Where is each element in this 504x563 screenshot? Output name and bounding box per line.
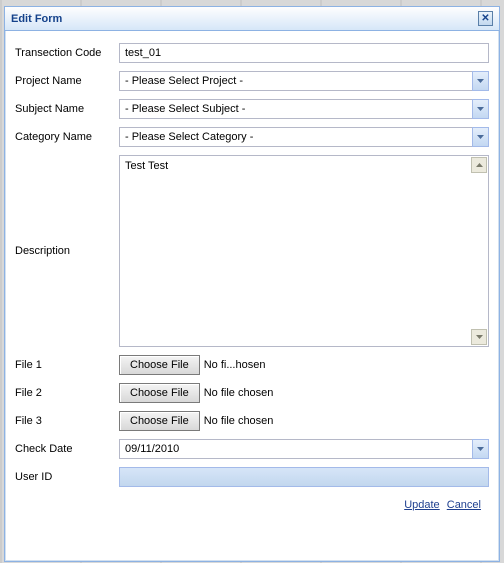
row-category-name: Category Name xyxy=(15,127,489,147)
check-date-input[interactable] xyxy=(119,439,472,459)
cancel-link[interactable]: Cancel xyxy=(447,499,481,511)
row-subject-name: Subject Name xyxy=(15,99,489,119)
row-file2: File 2 Choose File No file chosen xyxy=(15,383,489,403)
row-description: Description xyxy=(15,155,489,347)
label-user-id: User ID xyxy=(15,471,119,483)
label-file3: File 3 xyxy=(15,415,119,427)
transaction-code-input[interactable] xyxy=(119,43,489,63)
category-name-combo[interactable] xyxy=(119,127,489,147)
close-button[interactable]: ✕ xyxy=(478,11,493,26)
row-transaction-code: Transection Code xyxy=(15,43,489,63)
label-subject-name: Subject Name xyxy=(15,103,119,115)
row-check-date: Check Date xyxy=(15,439,489,459)
check-date-combo[interactable] xyxy=(119,439,489,459)
description-textarea[interactable] xyxy=(119,155,489,347)
subject-name-input[interactable] xyxy=(119,99,472,119)
label-file1: File 1 xyxy=(15,359,119,371)
category-name-trigger[interactable] xyxy=(472,127,489,147)
file1-status: No fi...hosen xyxy=(204,359,266,371)
file2-status: No file chosen xyxy=(204,387,274,399)
label-category-name: Category Name xyxy=(15,131,119,143)
label-project-name: Project Name xyxy=(15,75,119,87)
user-id-readonly xyxy=(119,467,489,487)
file3-status: No file chosen xyxy=(204,415,274,427)
form-footer: Update Cancel xyxy=(15,495,489,517)
window-title: Edit Form xyxy=(11,13,478,25)
close-icon: ✕ xyxy=(481,13,489,24)
row-file1: File 1 Choose File No fi...hosen xyxy=(15,355,489,375)
label-file2: File 2 xyxy=(15,387,119,399)
project-name-trigger[interactable] xyxy=(472,71,489,91)
project-name-input[interactable] xyxy=(119,71,472,91)
chevron-down-icon xyxy=(477,135,484,139)
subject-name-trigger[interactable] xyxy=(472,99,489,119)
row-user-id: User ID xyxy=(15,467,489,487)
chevron-down-icon xyxy=(477,79,484,83)
row-project-name: Project Name xyxy=(15,71,489,91)
chevron-down-icon xyxy=(477,447,484,451)
subject-name-combo[interactable] xyxy=(119,99,489,119)
edit-form-window: Edit Form ✕ Transection Code Project Nam… xyxy=(4,6,500,562)
update-link[interactable]: Update xyxy=(404,499,439,511)
check-date-trigger[interactable] xyxy=(472,439,489,459)
choose-file1-button[interactable]: Choose File xyxy=(119,355,200,375)
choose-file2-button[interactable]: Choose File xyxy=(119,383,200,403)
titlebar: Edit Form ✕ xyxy=(5,7,499,31)
row-file3: File 3 Choose File No file chosen xyxy=(15,411,489,431)
project-name-combo[interactable] xyxy=(119,71,489,91)
category-name-input[interactable] xyxy=(119,127,472,147)
form-body: Transection Code Project Name S xyxy=(5,31,499,561)
choose-file3-button[interactable]: Choose File xyxy=(119,411,200,431)
label-check-date: Check Date xyxy=(15,443,119,455)
label-description: Description xyxy=(15,245,119,257)
label-transaction-code: Transection Code xyxy=(15,47,119,59)
backdrop: Edit Form ✕ Transection Code Project Nam… xyxy=(0,0,504,563)
chevron-down-icon xyxy=(477,107,484,111)
